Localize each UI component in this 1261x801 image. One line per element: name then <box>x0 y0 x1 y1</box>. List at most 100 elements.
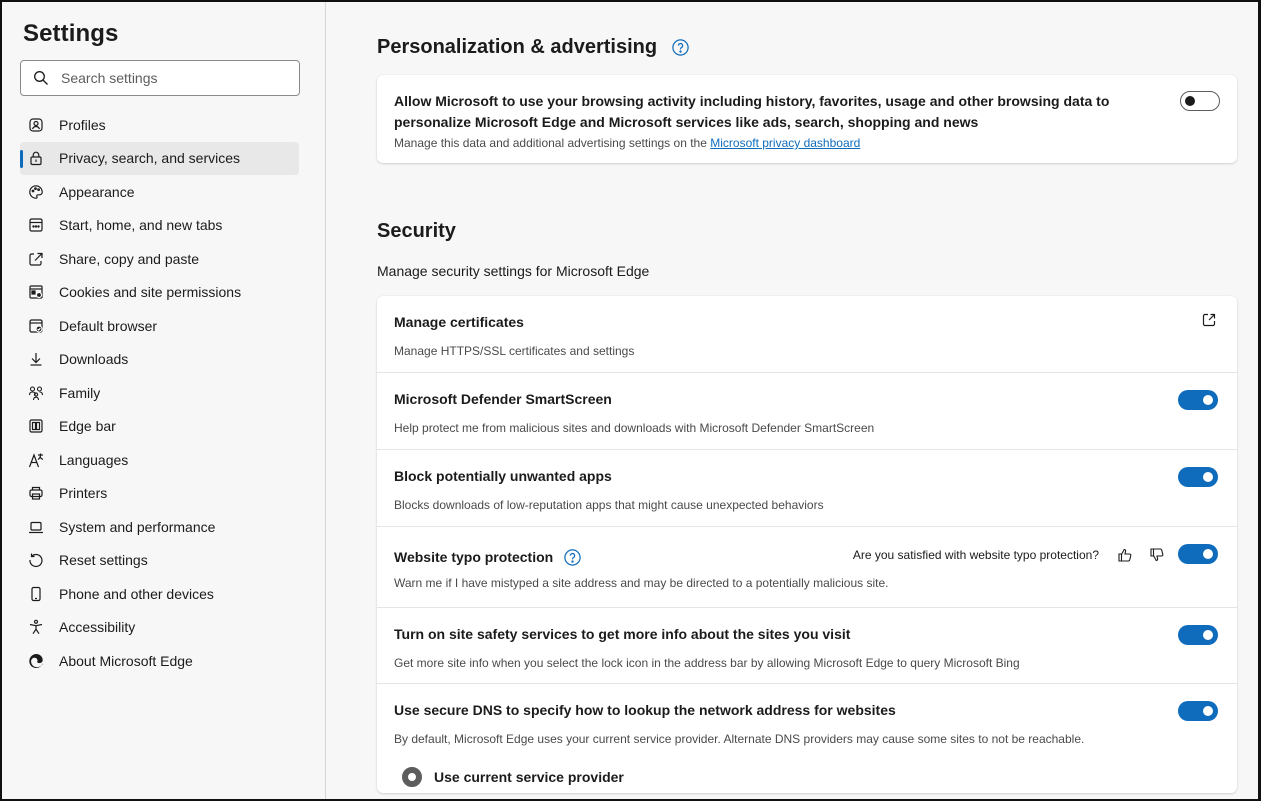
search-input[interactable] <box>61 70 281 86</box>
reset-icon <box>28 552 44 568</box>
site-safety-toggle[interactable] <box>1178 625 1218 645</box>
row-title: Turn on site safety services to get more… <box>394 626 851 642</box>
privacy-dashboard-link[interactable]: Microsoft privacy dashboard <box>710 136 860 150</box>
sidebar-item-label: Start, home, and new tabs <box>59 217 223 234</box>
row-desc: Warn me if I have mistyped a site addres… <box>394 576 889 590</box>
cookie-icon <box>28 284 44 300</box>
personalization-card: Allow Microsoft to use your browsing act… <box>377 75 1237 163</box>
main-content: Personalization & advertising Allow Micr… <box>326 2 1258 799</box>
sidebar-item-label: Appearance <box>59 183 135 200</box>
browser-icon <box>28 318 44 334</box>
sidebar-item-edge-bar[interactable]: Edge bar <box>20 410 299 444</box>
sidebar-item-reset[interactable]: Reset settings <box>20 544 299 578</box>
page-title: Settings <box>23 20 119 47</box>
help-icon[interactable] <box>563 548 582 567</box>
sidebar-item-label: Default browser <box>59 317 158 334</box>
sidebar: Settings Profiles Privacy, search, and s… <box>2 2 326 799</box>
radio-button[interactable] <box>402 767 422 787</box>
sidebar-item-label: Downloads <box>59 351 129 368</box>
row-title: Block potentially unwanted apps <box>394 468 612 484</box>
row-desc: Help protect me from malicious sites and… <box>394 421 875 435</box>
sidebar-item-label: Edge bar <box>59 418 116 435</box>
sidebar-item-label: Cookies and site permissions <box>59 284 242 301</box>
typo-protection-row: Website typo protection Warn me if I hav… <box>377 526 1237 607</box>
block-pua-row: Block potentially unwanted apps Blocks d… <box>377 449 1237 526</box>
sidebar-item-label: Reset settings <box>59 552 148 569</box>
sidebar-item-privacy[interactable]: Privacy, search, and services <box>20 141 299 175</box>
sidebar-item-label: Phone and other devices <box>59 585 214 602</box>
palette-icon <box>28 184 44 200</box>
sidebar-item-accessibility[interactable]: Accessibility <box>20 611 299 645</box>
phone-icon <box>28 586 44 602</box>
sidebar-item-label: Languages <box>59 451 129 468</box>
row-desc: Manage HTTPS/SSL certificates and settin… <box>394 344 635 358</box>
profile-icon <box>28 117 44 133</box>
sidebar-item-label: About Microsoft Edge <box>59 652 193 669</box>
site-safety-row: Turn on site safety services to get more… <box>377 607 1237 683</box>
download-icon <box>28 351 44 367</box>
personalization-desc-text: Manage this data and additional advertis… <box>394 136 707 150</box>
sidebar-item-label: System and performance <box>59 518 216 535</box>
manage-certificates-row[interactable]: Manage certificates Manage HTTPS/SSL cer… <box>377 296 1237 372</box>
lock-icon <box>28 150 44 166</box>
edge-bar-icon <box>28 418 44 434</box>
security-section-title: Security <box>377 220 456 242</box>
language-icon <box>28 452 44 468</box>
row-title: Website typo protection <box>394 549 554 565</box>
sidebar-item-printers[interactable]: Printers <box>20 477 299 511</box>
sidebar-item-cookies[interactable]: Cookies and site permissions <box>20 276 299 310</box>
personalization-toggle[interactable] <box>1180 91 1220 111</box>
thumbs-up-icon[interactable] <box>1117 547 1133 563</box>
sidebar-item-label: Accessibility <box>59 619 136 636</box>
smartscreen-toggle[interactable] <box>1178 390 1218 410</box>
help-icon[interactable] <box>671 38 690 57</box>
row-title: Manage certificates <box>394 314 524 330</box>
family-icon <box>28 385 44 401</box>
typo-protection-toggle[interactable] <box>1178 544 1218 564</box>
sidebar-item-about[interactable]: About Microsoft Edge <box>20 644 299 678</box>
accessibility-icon <box>28 619 44 635</box>
sidebar-item-appearance[interactable]: Appearance <box>20 175 299 209</box>
personalization-section-title: Personalization & advertising <box>377 36 1258 59</box>
settings-window: Settings Profiles Privacy, search, and s… <box>0 0 1261 801</box>
sidebar-item-label: Share, copy and paste <box>59 250 200 267</box>
printer-icon <box>28 485 44 501</box>
sidebar-item-default-browser[interactable]: Default browser <box>20 309 299 343</box>
personalization-setting-title: Allow Microsoft to use your browsing act… <box>394 93 1110 130</box>
security-subtitle: Manage security settings for Microsoft E… <box>377 263 650 279</box>
sidebar-item-family[interactable]: Family <box>20 376 299 410</box>
radio-label: Use current service provider <box>434 769 624 785</box>
row-desc: By default, Microsoft Edge uses your cur… <box>394 732 1085 746</box>
search-box[interactable] <box>20 60 300 96</box>
sidebar-item-label: Printers <box>59 485 108 502</box>
row-desc: Blocks downloads of low-reputation apps … <box>394 498 824 512</box>
dns-option-current-provider[interactable]: Use current service provider <box>394 767 1220 787</box>
sidebar-item-start-home[interactable]: Start, home, and new tabs <box>20 209 299 243</box>
sidebar-item-label: Family <box>59 384 101 401</box>
sidebar-item-label: Privacy, search, and services <box>59 150 241 167</box>
thumbs-down-icon[interactable] <box>1149 547 1165 563</box>
sidebar-item-label: Profiles <box>59 116 106 133</box>
sidebar-item-share[interactable]: Share, copy and paste <box>20 242 299 276</box>
row-desc: Get more site info when you select the l… <box>394 656 1020 670</box>
feedback-question: Are you satisfied with website typo prot… <box>852 548 1099 562</box>
sidebar-nav: Profiles Privacy, search, and services A… <box>20 108 299 678</box>
sidebar-item-downloads[interactable]: Downloads <box>20 343 299 377</box>
sidebar-item-profiles[interactable]: Profiles <box>20 108 299 142</box>
feedback-prompt: Are you satisfied with website typo prot… <box>853 547 1165 563</box>
row-title: Use secure DNS to specify how to lookup … <box>394 702 896 718</box>
laptop-icon <box>28 519 44 535</box>
security-card: Manage certificates Manage HTTPS/SSL cer… <box>377 296 1237 793</box>
edge-logo-icon <box>28 653 44 669</box>
share-icon <box>28 251 44 267</box>
row-title: Microsoft Defender SmartScreen <box>394 391 612 407</box>
personalization-setting-desc: Manage this data and additional advertis… <box>394 135 1220 151</box>
home-tab-icon <box>28 217 44 233</box>
secure-dns-toggle[interactable] <box>1178 701 1218 721</box>
block-pua-toggle[interactable] <box>1178 467 1218 487</box>
secure-dns-row: Use secure DNS to specify how to lookup … <box>377 683 1237 793</box>
sidebar-item-phone[interactable]: Phone and other devices <box>20 577 299 611</box>
sidebar-item-languages[interactable]: Languages <box>20 443 299 477</box>
sidebar-item-system[interactable]: System and performance <box>20 510 299 544</box>
external-link-icon[interactable] <box>1201 312 1217 328</box>
